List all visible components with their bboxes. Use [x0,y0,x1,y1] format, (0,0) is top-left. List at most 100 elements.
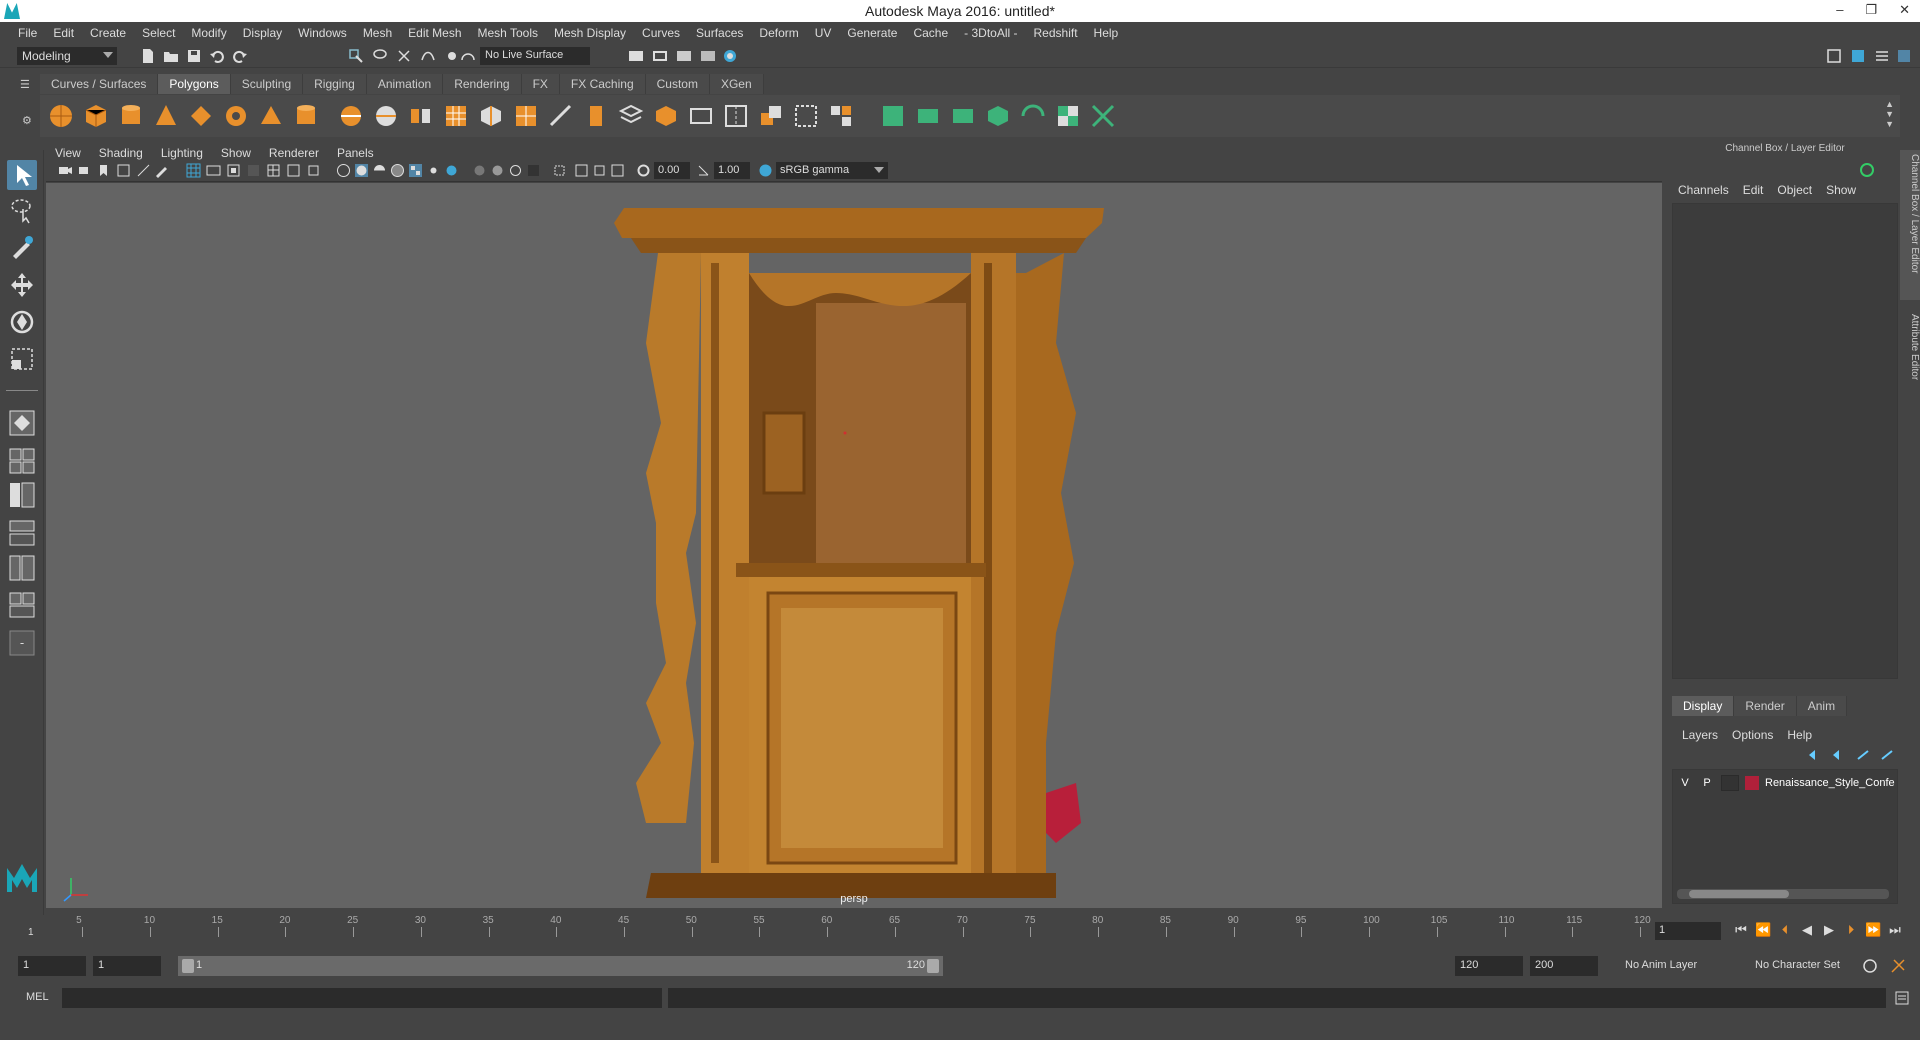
target-weld-icon[interactable] [793,103,819,129]
menu-cache[interactable]: Cache [905,26,956,40]
wireframe-on-shaded-icon[interactable] [390,163,405,178]
safe-action-icon[interactable] [286,163,301,178]
safe-title-icon[interactable] [306,163,321,178]
wireframe-icon[interactable] [336,163,351,178]
gate-mask-icon[interactable] [246,163,261,178]
anim-layer-dropdown[interactable]: No Anim Layer [1620,956,1740,976]
channel-menu-show[interactable]: Show [1826,183,1856,197]
layer-tab-anim[interactable]: Anim [1796,696,1848,716]
menu-curves[interactable]: Curves [634,26,688,40]
menu-edit-mesh[interactable]: Edit Mesh [400,26,469,40]
render-frame-icon[interactable] [652,48,668,64]
smooth-icon[interactable] [443,103,469,129]
tab-fx-caching[interactable]: FX Caching [559,74,646,94]
tab-rigging[interactable]: Rigging [303,74,367,94]
tab-custom[interactable]: Custom [645,74,710,94]
sync-icon[interactable] [1860,163,1874,177]
restore-button[interactable]: ❐ [1865,2,1877,18]
channel-menu-channels[interactable]: Channels [1678,183,1729,197]
resolution-gate-icon[interactable] [226,163,241,178]
script-language-toggle[interactable]: MEL [26,991,49,1003]
range-bar[interactable]: 1 120 [178,956,943,976]
current-frame-field[interactable]: 1 [1655,922,1721,940]
grease-pencil-icon[interactable] [154,163,169,178]
multi-cut-icon[interactable] [548,103,574,129]
menu-3dtoall[interactable]: - 3DtoAll - [956,26,1025,40]
step-forward-frame-icon[interactable]: ⏩ [1865,922,1881,938]
channel-menu-object[interactable]: Object [1777,183,1812,197]
redo-icon[interactable] [232,48,248,64]
new-layer-icon[interactable] [1856,749,1870,761]
move-layer-up-icon[interactable] [1808,749,1822,761]
offset-edge-loop-icon[interactable] [758,103,784,129]
auto-key-icon[interactable] [1862,958,1878,974]
extrude-icon[interactable] [583,103,609,129]
go-to-start-icon[interactable]: ⏮ [1733,922,1749,938]
scale-tool-icon[interactable] [7,344,37,374]
menu-modify[interactable]: Modify [183,26,234,40]
layer-scrollbar[interactable] [1677,889,1889,899]
uv-checker-icon[interactable] [1055,103,1081,129]
select-tool-icon[interactable] [7,160,37,190]
menu-mesh-tools[interactable]: Mesh Tools [470,26,546,40]
shelf-settings-icon[interactable]: ⚙ [22,114,32,127]
color-management-icon[interactable] [758,163,773,178]
menu-help[interactable]: Help [1086,26,1127,40]
tab-animation[interactable]: Animation [366,74,444,94]
field-chart-icon[interactable] [266,163,281,178]
layer-tab-render[interactable]: Render [1734,696,1797,716]
poly-plane-icon[interactable] [188,103,214,129]
panel-menu-shading[interactable]: Shading [90,146,152,160]
new-scene-icon[interactable] [140,48,156,64]
persp-graph-layout-icon[interactable] [7,518,37,548]
script-editor-icon[interactable] [1894,990,1910,1006]
layer-display-type[interactable] [1721,775,1739,791]
range-start-handle[interactable] [182,959,194,973]
menu-surfaces[interactable]: Surfaces [688,26,751,40]
panel-menu-view[interactable]: View [46,146,90,160]
layer-visibility-toggle[interactable]: V [1677,777,1693,789]
hypershade-layout-icon[interactable] [7,590,37,620]
rotate-tool-icon[interactable] [7,307,37,337]
separate-icon[interactable] [373,103,399,129]
menu-redshift[interactable]: Redshift [1026,26,1086,40]
modeling-toolkit-icon[interactable] [1826,48,1842,64]
play-forwards-icon[interactable]: ▶ [1821,922,1837,938]
smooth-shade-icon[interactable] [354,163,369,178]
append-polygon-icon[interactable] [688,103,714,129]
xray-joints-icon[interactable] [508,163,523,178]
use-all-lights-icon[interactable] [426,163,441,178]
bookmark-icon[interactable] [96,163,111,178]
animation-end-field[interactable]: 200 [1530,956,1598,976]
move-tool-icon[interactable] [7,270,37,300]
lasso-tool-icon[interactable] [7,195,37,225]
menu-file[interactable]: File [10,26,45,40]
planar-map-icon[interactable] [880,103,906,129]
tab-polygons[interactable]: Polygons [158,74,231,94]
save-scene-icon[interactable] [186,48,202,64]
unfold-uv-icon[interactable] [1020,103,1046,129]
confessional-model[interactable] [46,183,1662,908]
menu-deform[interactable]: Deform [751,26,806,40]
live-surface-field[interactable]: No Live Surface [480,47,590,65]
poly-pipe-icon[interactable] [293,103,319,129]
spherical-map-icon[interactable] [950,103,976,129]
panel-menu-lighting[interactable]: Lighting [152,146,212,160]
paint-select-tool-icon[interactable] [7,232,37,262]
gamma-field[interactable]: 1.00 [714,162,750,179]
film-gate-icon[interactable] [206,163,221,178]
select-camera-icon[interactable] [58,163,73,178]
snap-curve-icon[interactable] [420,48,436,64]
minimize-button[interactable]: – [1836,2,1843,18]
poly-pyramid-icon[interactable] [258,103,284,129]
menu-edit[interactable]: Edit [45,26,82,40]
attribute-editor-toggle-icon[interactable] [1850,48,1866,64]
shadows-icon[interactable] [444,163,459,178]
select-by-hierarchy-icon[interactable] [348,48,364,64]
ao-icon[interactable] [574,163,589,178]
channel-list[interactable] [1672,203,1898,679]
camera-attributes-icon[interactable] [78,163,93,178]
menu-mesh[interactable]: Mesh [355,26,400,40]
channel-menu-edit[interactable]: Edit [1743,183,1764,197]
poly-cone-icon[interactable] [153,103,179,129]
